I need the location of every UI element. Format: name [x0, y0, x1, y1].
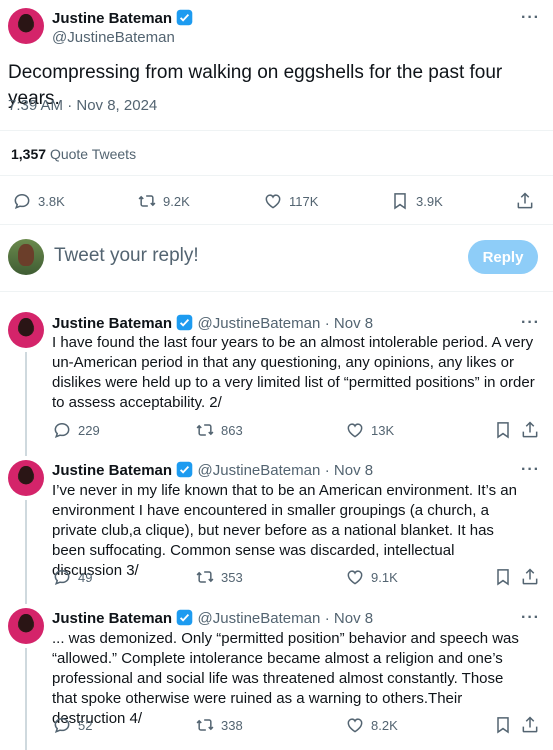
reply-count: 52 — [78, 717, 93, 733]
reply-date[interactable]: · Nov 8 — [325, 610, 373, 627]
reply-action[interactable]: 3.8K — [12, 191, 65, 211]
thread-line — [25, 352, 27, 456]
reply-action[interactable]: 49 — [52, 567, 92, 587]
retweet-action[interactable]: 9.2K — [137, 191, 190, 211]
author-avatar[interactable] — [8, 608, 44, 644]
verified-badge-icon — [176, 461, 193, 478]
quote-label: Quote Tweets — [49, 146, 137, 162]
retweet-icon — [137, 191, 157, 211]
retweet-count: 338 — [221, 717, 243, 733]
more-options-icon[interactable]: ··· — [521, 314, 540, 332]
verified-badge-icon — [176, 314, 193, 331]
reply-action[interactable]: 229 — [52, 420, 100, 440]
like-action[interactable]: 117K — [263, 191, 318, 211]
like-count: 9.1K — [371, 569, 398, 585]
reply-icon — [52, 715, 72, 735]
divider — [0, 175, 553, 176]
reply-icon — [12, 191, 32, 211]
author-name[interactable]: Justine Bateman — [52, 462, 172, 479]
thread-line — [25, 500, 27, 604]
retweet-count: 9.2K — [163, 193, 190, 209]
bookmark-icon — [390, 191, 410, 211]
reply-text: I’ve never in my life known that to be a… — [52, 482, 517, 579]
reply-date[interactable]: · Nov 8 — [325, 315, 373, 332]
bookmark-action[interactable] — [493, 420, 513, 440]
verified-badge-icon — [176, 9, 193, 26]
author-avatar[interactable] — [8, 460, 44, 496]
reply-text: I have found the last four years to be a… — [52, 334, 535, 411]
reply-count: 49 — [78, 569, 93, 585]
like-count: 8.2K — [371, 717, 398, 733]
reply-input[interactable]: Tweet your reply! — [54, 245, 199, 267]
divider — [0, 224, 553, 225]
like-action[interactable]: 13K — [345, 420, 394, 440]
bookmark-action[interactable] — [493, 567, 513, 587]
author-handle[interactable]: @JustineBateman — [52, 29, 175, 46]
reply-button[interactable]: Reply — [468, 240, 538, 274]
heart-icon — [345, 567, 365, 587]
reply-count: 229 — [78, 422, 100, 438]
bookmark-count: 3.9K — [416, 193, 443, 209]
author-handle[interactable]: @JustineBateman — [198, 610, 321, 627]
author-handle[interactable]: @JustineBateman — [198, 315, 321, 332]
reply-icon — [52, 420, 72, 440]
like-action[interactable]: 8.2K — [345, 715, 398, 735]
reply-date[interactable]: · Nov 8 — [325, 462, 373, 479]
user-avatar[interactable] — [8, 239, 44, 275]
author-avatar[interactable] — [8, 8, 44, 44]
thread-line — [25, 648, 27, 750]
retweet-icon — [195, 420, 215, 440]
reply-header: Justine Bateman @JustineBateman · Nov 8 — [52, 609, 373, 628]
retweet-icon — [195, 567, 215, 587]
retweet-action[interactable]: 353 — [195, 567, 243, 587]
reply-count: 3.8K — [38, 193, 65, 209]
reply-header: Justine Bateman @JustineBateman · Nov 8 — [52, 314, 373, 333]
tweet-timestamp[interactable]: 7:39 AM · Nov 8, 2024 — [8, 97, 157, 114]
retweet-action[interactable]: 338 — [195, 715, 243, 735]
like-action[interactable]: 9.1K — [345, 567, 398, 587]
heart-icon — [263, 191, 283, 211]
heart-icon — [345, 420, 365, 440]
divider — [0, 291, 553, 292]
divider — [0, 130, 553, 131]
share-action[interactable] — [515, 191, 535, 211]
reply-header: Justine Bateman @JustineBateman · Nov 8 — [52, 461, 373, 480]
retweet-icon — [195, 715, 215, 735]
reply-text: ... was demonized. Only “permitted posit… — [52, 630, 519, 727]
heart-icon — [345, 715, 365, 735]
author-avatar[interactable] — [8, 312, 44, 348]
share-icon — [520, 567, 540, 587]
reply-action[interactable]: 52 — [52, 715, 92, 735]
share-icon — [515, 191, 535, 211]
more-options-icon[interactable]: ··· — [521, 461, 540, 479]
share-icon — [520, 420, 540, 440]
author-handle[interactable]: @JustineBateman — [198, 462, 321, 479]
share-action[interactable] — [520, 715, 540, 735]
retweet-count: 353 — [221, 569, 243, 585]
author-name[interactable]: Justine Bateman — [52, 315, 172, 332]
retweet-count: 863 — [221, 422, 243, 438]
like-count: 117K — [289, 193, 319, 209]
retweet-action[interactable]: 863 — [195, 420, 243, 440]
share-action[interactable] — [520, 567, 540, 587]
share-icon — [520, 715, 540, 735]
quote-count: 1,357 — [11, 146, 47, 162]
bookmark-action[interactable]: 3.9K — [390, 191, 443, 211]
verified-badge-icon — [176, 609, 193, 626]
like-count: 13K — [371, 422, 395, 438]
quote-tweets-stat[interactable]: 1,357 Quote Tweets — [11, 146, 136, 162]
more-options-icon[interactable]: ··· — [521, 9, 540, 27]
more-options-icon[interactable]: ··· — [521, 609, 540, 627]
author-name[interactable]: Justine Bateman — [52, 10, 172, 27]
bookmark-icon — [493, 420, 513, 440]
author-name[interactable]: Justine Bateman — [52, 610, 172, 627]
bookmark-action[interactable] — [493, 715, 513, 735]
share-action[interactable] — [520, 420, 540, 440]
bookmark-icon — [493, 715, 513, 735]
author-name-row[interactable]: Justine Bateman — [52, 9, 193, 28]
reply-icon — [52, 567, 72, 587]
bookmark-icon — [493, 567, 513, 587]
